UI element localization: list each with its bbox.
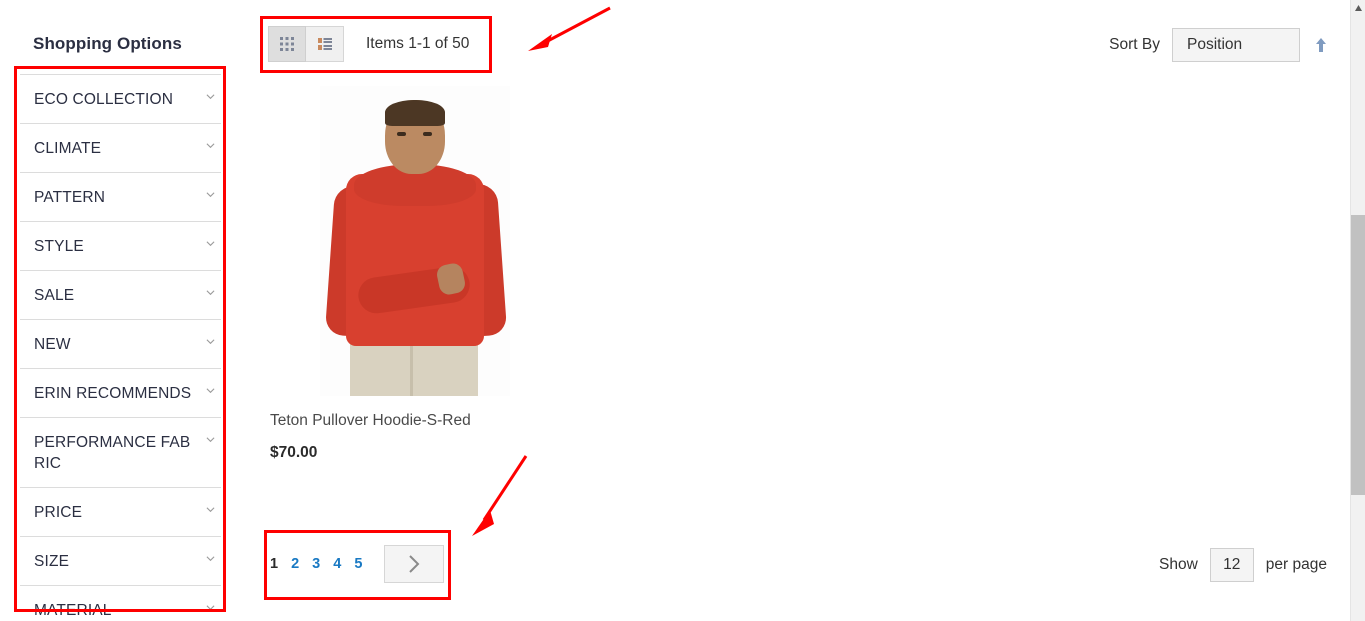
per-page-label: per page xyxy=(1265,556,1327,573)
product-price: $70.00 xyxy=(270,444,318,461)
view-mode-switch xyxy=(268,26,344,62)
shopping-options-heading: Shopping Options xyxy=(33,34,182,53)
filter-list: ECO COLLECTION CLIMATE PATTERN STYLE SAL… xyxy=(20,74,221,621)
chevron-down-icon xyxy=(206,141,215,150)
chevron-down-icon xyxy=(206,386,215,395)
filter-item-performance-fabric[interactable]: PERFORMANCE FABRIC xyxy=(20,417,221,487)
page-link-5[interactable]: 5 xyxy=(354,556,362,572)
product-name-link[interactable]: Teton Pullover Hoodie-S-Red xyxy=(270,412,510,430)
model-pants xyxy=(350,338,478,396)
grid-view-icon xyxy=(280,37,294,51)
filter-item-material[interactable]: MATERIAL xyxy=(20,585,221,621)
filter-item-price[interactable]: PRICE xyxy=(20,487,221,536)
show-label: Show xyxy=(1159,556,1198,573)
sort-by-select[interactable]: Position xyxy=(1172,28,1300,62)
product-toolbar: Items 1-1 of 50 xyxy=(268,26,469,62)
list-view-icon xyxy=(317,38,332,50)
shopping-options-sidebar: Shopping Options ECO COLLECTION CLIMATE … xyxy=(0,0,250,621)
product-item: Teton Pullover Hoodie-S-Red $70.00 xyxy=(270,86,510,462)
product-image[interactable] xyxy=(320,86,510,396)
grid-view-button[interactable] xyxy=(268,26,306,62)
scrollbar-thumb[interactable] xyxy=(1351,215,1365,495)
page-link-1: 1 xyxy=(270,556,279,572)
filter-item-style[interactable]: STYLE xyxy=(20,221,221,270)
annotation-arrow-toolbar xyxy=(528,6,611,51)
filter-item-pattern[interactable]: PATTERN xyxy=(20,172,221,221)
chevron-down-icon xyxy=(206,190,215,199)
chevron-down-icon xyxy=(206,288,215,297)
scroll-up-arrow-icon[interactable] xyxy=(1354,4,1363,12)
list-view-button[interactable] xyxy=(306,26,344,62)
chevron-down-icon xyxy=(206,435,215,444)
arrow-up-icon[interactable] xyxy=(1315,38,1327,52)
filter-item-erin-recommends[interactable]: ERIN RECOMMENDS xyxy=(20,368,221,417)
filter-label: STYLE xyxy=(34,238,84,255)
items-per-page-control: Show 12 per page xyxy=(1159,548,1327,582)
filter-label: MATERIAL xyxy=(34,602,112,619)
filter-item-size[interactable]: SIZE xyxy=(20,536,221,585)
sort-by-control: Sort By Position xyxy=(1109,28,1327,62)
model-right-eye xyxy=(423,132,432,136)
next-page-button[interactable] xyxy=(384,545,445,583)
chevron-down-icon xyxy=(206,554,215,563)
filter-label: PATTERN xyxy=(34,189,106,206)
vertical-scrollbar[interactable] xyxy=(1350,0,1365,621)
page-link-3[interactable]: 3 xyxy=(312,556,320,572)
filter-label: PRICE xyxy=(34,504,83,521)
pagination: 1 2 3 4 5 xyxy=(270,545,445,583)
model-hair xyxy=(385,100,445,126)
chevron-down-icon xyxy=(206,603,215,612)
chevron-down-icon xyxy=(206,239,215,248)
filter-item-climate[interactable]: CLIMATE xyxy=(20,123,221,172)
filter-label: NEW xyxy=(34,336,71,353)
sort-by-label: Sort By xyxy=(1109,36,1160,53)
model-left-eye xyxy=(397,132,406,136)
filter-label: SIZE xyxy=(34,553,70,570)
product-listing-page: Shopping Options ECO COLLECTION CLIMATE … xyxy=(0,0,1365,621)
filter-label: ERIN RECOMMENDS xyxy=(34,385,192,402)
page-link-4[interactable]: 4 xyxy=(333,556,341,572)
chevron-down-icon xyxy=(206,92,215,101)
filter-label: CLIMATE xyxy=(34,140,102,157)
filter-item-eco-collection[interactable]: ECO COLLECTION xyxy=(20,74,221,123)
filter-label: PERFORMANCE FABRIC xyxy=(34,434,191,472)
items-count-label: Items 1-1 of 50 xyxy=(366,35,470,52)
page-link-2[interactable]: 2 xyxy=(291,556,299,572)
chevron-down-icon xyxy=(206,505,215,514)
per-page-select[interactable]: 12 xyxy=(1209,548,1254,582)
filter-label: SALE xyxy=(34,287,75,304)
filter-label: ECO COLLECTION xyxy=(34,91,174,108)
annotation-arrow-pagination xyxy=(472,455,528,536)
filter-item-new[interactable]: NEW xyxy=(20,319,221,368)
filter-item-sale[interactable]: SALE xyxy=(20,270,221,319)
chevron-down-icon xyxy=(206,337,215,346)
chevron-right-icon xyxy=(409,555,420,573)
